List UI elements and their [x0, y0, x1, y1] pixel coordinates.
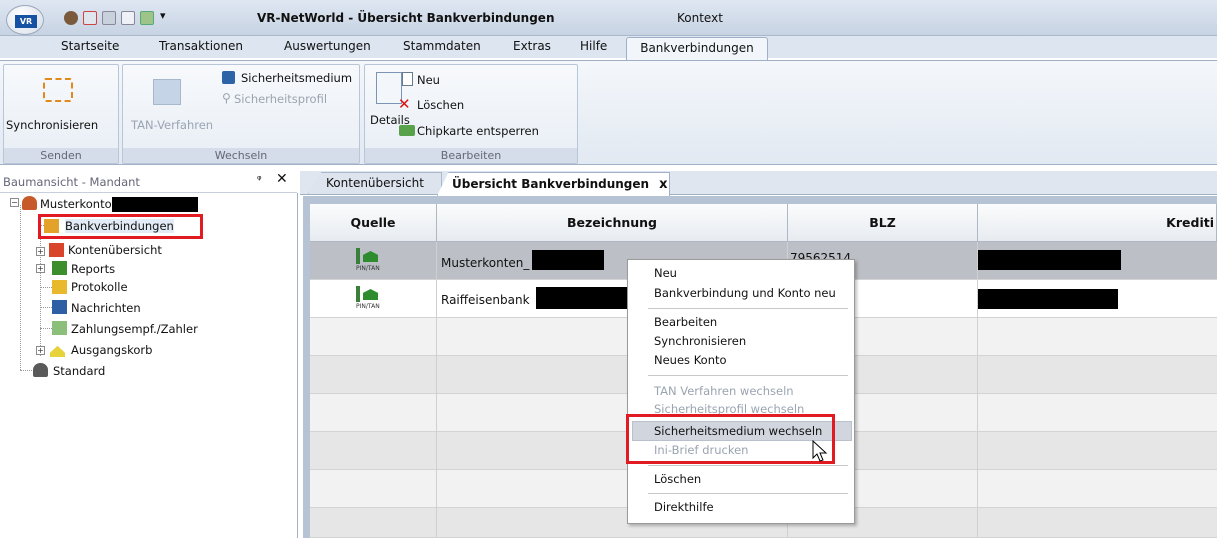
pane-close-icon[interactable]: ✕	[276, 171, 288, 187]
redaction	[978, 250, 1121, 270]
column-divider	[977, 242, 978, 538]
tree-item-zahlungsempfaenger[interactable]: Zahlungsempf./Zahler	[71, 322, 198, 336]
menu-item-synchronisieren[interactable]: Synchronisieren	[654, 334, 746, 348]
column-header-bezeichnung[interactable]: Bezeichnung	[437, 204, 788, 242]
window-title: VR-NetWorld - Übersicht Bankverbindungen	[257, 11, 555, 25]
synchronisieren-button[interactable]: Synchronisieren	[6, 118, 98, 132]
menu-item-bankverbindung-konto-neu[interactable]: Bankverbindung und Konto neu	[654, 286, 836, 300]
redaction	[532, 250, 604, 270]
tab-extras[interactable]: Extras	[513, 39, 551, 53]
close-doc-icon[interactable]	[83, 11, 97, 25]
tree-item-nachrichten[interactable]: Nachrichten	[71, 301, 141, 315]
tree-item-reports[interactable]: Reports	[71, 262, 115, 276]
tab-bankverbindungen[interactable]: Bankverbindungen	[626, 37, 768, 61]
delete-icon: ✕	[398, 95, 411, 113]
tree-line	[40, 307, 52, 308]
column-header-kreditinstitut[interactable]: Krediti	[978, 204, 1217, 242]
window-icon[interactable]	[140, 11, 154, 25]
chipcard-icon	[399, 125, 415, 136]
pintan-icon: PIN/TAN	[356, 248, 388, 274]
tab-label: Übersicht Bankverbindungen	[452, 177, 650, 191]
menu-separator	[648, 375, 848, 376]
tab-hilfe[interactable]: Hilfe	[580, 39, 607, 53]
group-label-wechseln: Wechseln	[123, 148, 359, 163]
mandant-icon	[22, 196, 37, 210]
neu-button[interactable]: Neu	[417, 73, 440, 87]
group-label-senden: Senden	[4, 148, 118, 163]
tree-item-musterkonto[interactable]: Musterkonto	[40, 197, 112, 211]
column-header-blz[interactable]: BLZ	[788, 204, 978, 242]
highlight-box	[38, 214, 203, 239]
redaction	[978, 289, 1118, 309]
new-doc-icon	[402, 72, 413, 86]
expand-toggle[interactable]: +	[36, 247, 45, 256]
app-logo-icon: VR	[15, 15, 37, 28]
sicherheitsprofil-button[interactable]: Sicherheitsprofil	[234, 92, 327, 106]
cell-bezeichnung: Raiffeisenbank	[441, 293, 530, 307]
tan-verfahren-button[interactable]: TAN-Verfahren	[131, 118, 213, 132]
menu-separator	[648, 465, 848, 466]
tab-startseite[interactable]: Startseite	[61, 39, 119, 53]
tree-item-protokolle[interactable]: Protokolle	[71, 280, 128, 294]
menu-item-loeschen[interactable]: Löschen	[654, 472, 701, 486]
pintan-label: PIN/TAN	[356, 265, 380, 272]
mouse-cursor-icon	[812, 440, 828, 462]
user-icon[interactable]	[64, 11, 78, 25]
menu-item-direkthilfe[interactable]: Direkthilfe	[654, 500, 714, 514]
expand-toggle[interactable]: +	[36, 264, 45, 273]
title-bar	[0, 0, 1217, 36]
chipkarte-entsperren-button[interactable]: Chipkarte entsperren	[417, 124, 539, 138]
menu-item-neu[interactable]: Neu	[654, 266, 677, 280]
redaction	[112, 197, 198, 212]
tree-pane-title: Baumansicht - Mandant	[3, 175, 140, 189]
cell-bezeichnung: Musterkonten_	[441, 256, 530, 270]
tab-uebersicht-bankverbindungen[interactable]: Übersicht Bankverbindungen x	[437, 172, 670, 196]
sicherheitsmedium-button[interactable]: Sicherheitsmedium	[241, 71, 352, 85]
pintan-icon: PIN/TAN	[356, 286, 388, 312]
tree-line	[20, 370, 34, 371]
expand-toggle[interactable]: +	[36, 346, 45, 355]
column-divider	[436, 242, 437, 538]
tan-verfahren-icon	[153, 79, 181, 105]
menu-item-sicherheitsprofil-wechseln[interactable]: Sicherheitsprofil wechseln	[654, 402, 804, 414]
context-title: Kontext	[677, 11, 723, 25]
highlight-box	[626, 414, 835, 464]
group-label-bearbeiten: Bearbeiten	[365, 148, 577, 163]
tab-close-icon[interactable]: x	[659, 177, 667, 192]
security-profile-icon: ⚲	[222, 91, 231, 105]
accounts-icon	[49, 243, 64, 257]
tree-item-standard[interactable]: Standard	[53, 364, 105, 378]
tab-kontenuebersicht[interactable]: Kontenübersicht	[308, 172, 442, 194]
menu-separator	[648, 493, 848, 494]
menu-item-tan-verfahren-wechseln[interactable]: TAN Verfahren wechseln	[654, 384, 794, 398]
print-preview-icon[interactable]	[121, 11, 135, 25]
quick-access-dropdown-icon[interactable]: ▾	[160, 9, 166, 22]
user-icon	[33, 363, 48, 377]
reports-icon	[52, 261, 67, 275]
sync-icon	[43, 78, 73, 102]
pintan-label: PIN/TAN	[356, 303, 380, 310]
redaction	[536, 287, 636, 309]
tree-line	[40, 328, 52, 329]
tree-line	[40, 287, 52, 288]
column-header-quelle[interactable]: Quelle	[310, 204, 437, 242]
menu-item-neues-konto[interactable]: Neues Konto	[654, 353, 727, 367]
menu-separator	[648, 308, 848, 309]
print-icon[interactable]	[102, 11, 116, 25]
tab-transaktionen[interactable]: Transaktionen	[159, 39, 243, 53]
collapse-toggle[interactable]: −	[10, 198, 19, 207]
loeschen-button[interactable]: Löschen	[417, 98, 464, 112]
app-menu-button[interactable]: VR	[6, 5, 44, 35]
menu-item-bearbeiten[interactable]: Bearbeiten	[654, 315, 717, 329]
messages-icon	[52, 300, 67, 314]
tree-line	[20, 205, 21, 370]
security-medium-icon	[222, 71, 235, 84]
tree-item-kontenuebersicht[interactable]: Kontenübersicht	[68, 243, 162, 257]
payee-icon	[52, 321, 67, 335]
tree-item-ausgangskorb[interactable]: Ausgangskorb	[71, 343, 152, 357]
protocols-icon	[52, 280, 67, 294]
pin-icon[interactable]: ᵠ	[257, 173, 262, 186]
tab-stammdaten[interactable]: Stammdaten	[403, 39, 481, 53]
tab-auswertungen[interactable]: Auswertungen	[284, 39, 371, 53]
